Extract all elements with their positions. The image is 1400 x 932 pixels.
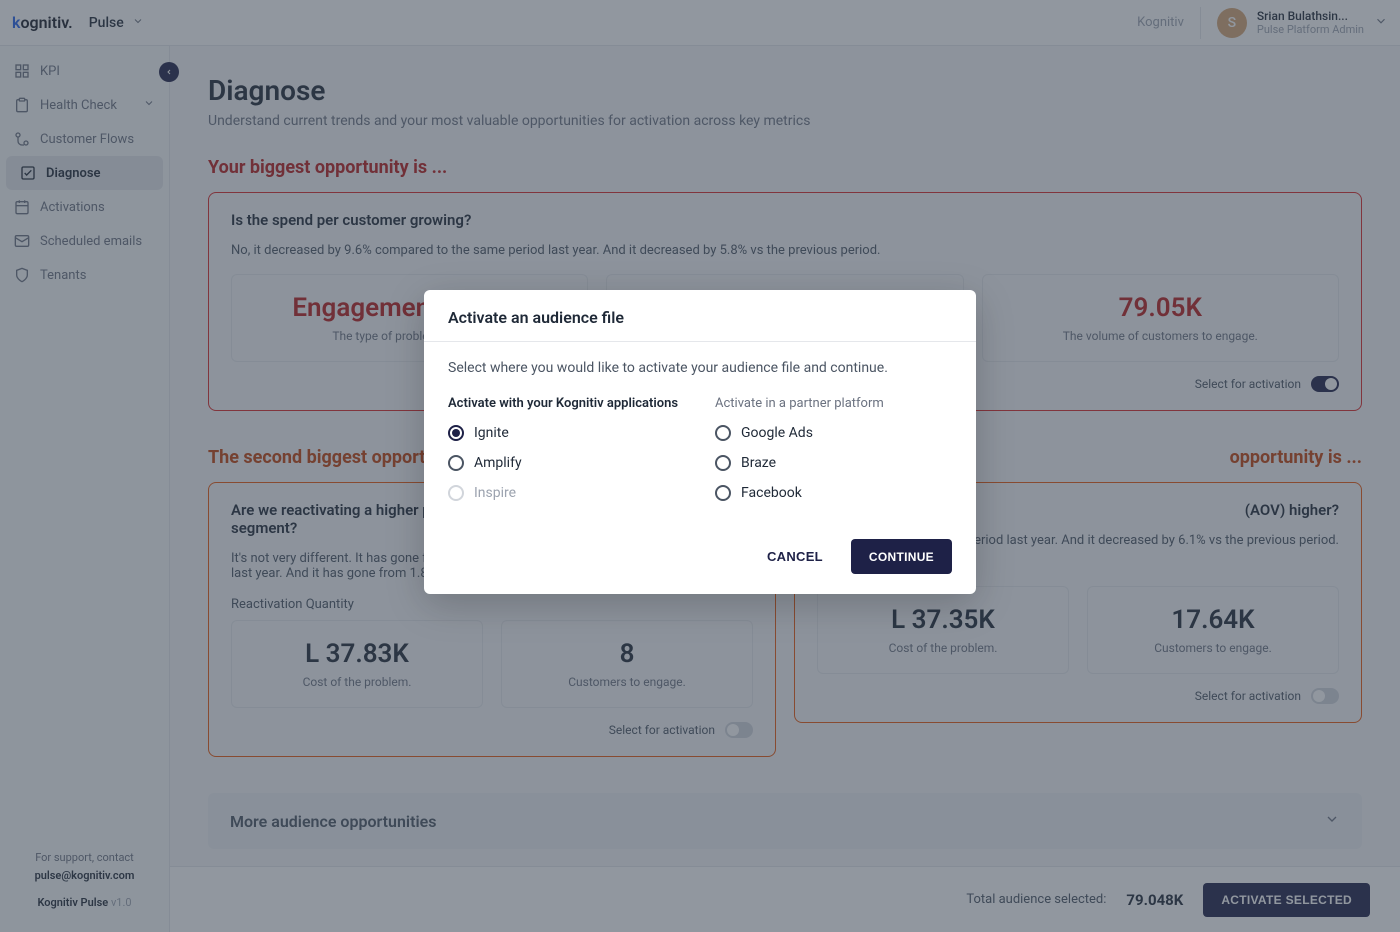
activate-audience-modal: Activate an audience file Select where y… — [424, 290, 976, 594]
radio-icon — [448, 455, 464, 471]
radio-label: Google Ads — [741, 425, 813, 441]
modal-col2-title: Activate in a partner platform — [715, 396, 952, 411]
modal-intro: Select where you would like to activate … — [448, 360, 952, 376]
radio-label: Inspire — [474, 485, 516, 501]
radio-label: Facebook — [741, 485, 802, 501]
modal-col1-title: Activate with your Kognitiv applications — [448, 396, 685, 411]
radio-icon — [448, 485, 464, 501]
radio-option-facebook[interactable]: Facebook — [715, 485, 952, 501]
radio-option-braze[interactable]: Braze — [715, 455, 952, 471]
radio-option-ignite[interactable]: Ignite — [448, 425, 685, 441]
radio-label: Amplify — [474, 455, 522, 471]
radio-option-amplify[interactable]: Amplify — [448, 455, 685, 471]
radio-icon — [715, 485, 731, 501]
continue-button[interactable]: CONTINUE — [851, 539, 952, 574]
radio-option-google-ads[interactable]: Google Ads — [715, 425, 952, 441]
radio-label: Ignite — [474, 425, 509, 441]
modal-overlay[interactable]: Activate an audience file Select where y… — [0, 0, 1400, 932]
radio-icon — [448, 425, 464, 441]
cancel-button[interactable]: CANCEL — [753, 539, 837, 574]
radio-icon — [715, 455, 731, 471]
modal-title: Activate an audience file — [424, 290, 976, 341]
radio-icon — [715, 425, 731, 441]
radio-option-inspire: Inspire — [448, 485, 685, 501]
radio-label: Braze — [741, 455, 776, 471]
